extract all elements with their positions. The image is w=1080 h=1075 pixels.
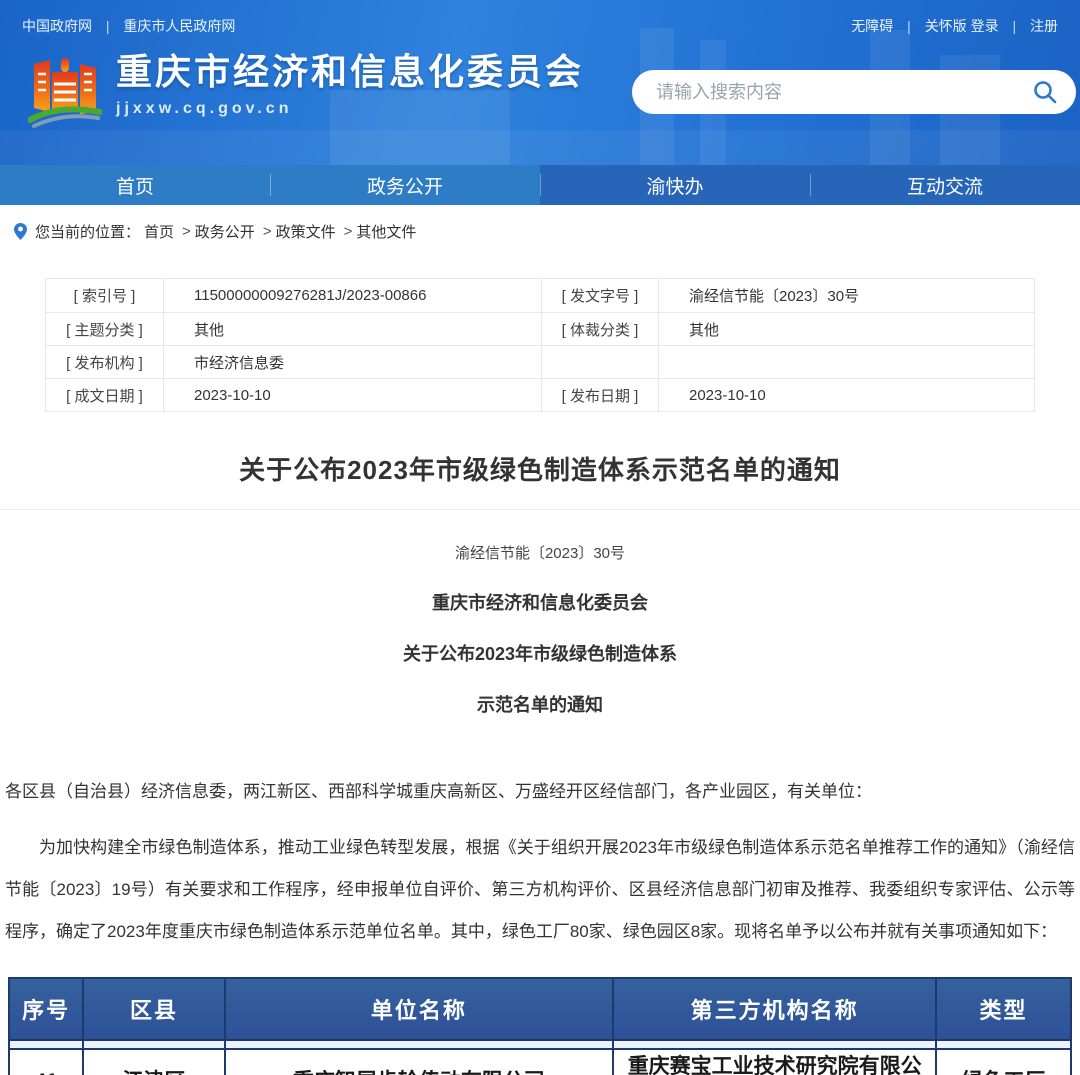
breadcrumb-item-other-files[interactable]: 其他文件 — [356, 221, 416, 242]
meta-label: [ 索引号 ] — [46, 279, 164, 312]
breadcrumb-item-home[interactable]: 首页 — [144, 221, 174, 242]
site-name: 重庆市经济和信息化委员会 — [116, 50, 584, 94]
breadcrumb-label: 您当前的位置： — [35, 221, 140, 242]
meta-value-publish-date: 2023-10-10 — [659, 378, 1034, 411]
site-banner: 中国政府网 | 重庆市人民政府网 无障碍 | 关怀版 登录 | 注册 — [0, 0, 1080, 165]
topbar-separator: | — [907, 18, 911, 34]
column-header-third-party: 第三方机构名称 — [613, 978, 936, 1040]
doc-issuer-line: 重庆市经济和信息化委员会 — [0, 589, 1080, 615]
column-header-unit-name: 单位名称 — [225, 978, 614, 1040]
search-bar — [632, 70, 1076, 114]
topbar-left-links: 中国政府网 | 重庆市人民政府网 — [22, 16, 235, 36]
meta-label: [ 发文字号 ] — [541, 279, 659, 312]
main-nav: 首页 政务公开 渝快办 互动交流 — [0, 165, 1080, 205]
breadcrumb: 您当前的位置： 首页 > 政务公开 > 政策文件 > 其他文件 — [0, 205, 1080, 252]
agency-logo-icon — [28, 50, 102, 130]
demonstration-list-table: 序号 区县 单位名称 第三方机构名称 类型 41 江津区 重庆智展齿轮传动有限公… — [8, 977, 1072, 1075]
breadcrumb-separator: > — [263, 223, 272, 240]
meta-label — [541, 345, 659, 378]
search-icon[interactable] — [1032, 79, 1058, 105]
meta-value-written-date: 2023-10-10 — [164, 378, 541, 411]
table-gap-row — [9, 1040, 1071, 1049]
cell-third-party: 重庆赛宝工业技术研究院有限公司 — [613, 1049, 936, 1075]
meta-value-genre-category: 其他 — [659, 312, 1034, 345]
table-row: 41 江津区 重庆智展齿轮传动有限公司 重庆赛宝工业技术研究院有限公司 绿色工厂 — [9, 1049, 1071, 1075]
breadcrumb-separator: > — [182, 223, 191, 240]
column-header-type: 类型 — [936, 978, 1071, 1040]
location-pin-icon — [14, 223, 27, 240]
brand-text: 重庆市经济和信息化委员会 jjxxw.cq.gov.cn — [116, 50, 584, 118]
page-title: 关于公布2023年市级绿色制造体系示范名单的通知 — [0, 450, 1080, 487]
skyline-decoration — [0, 130, 1080, 165]
link-care-mode-login[interactable]: 关怀版 登录 — [925, 18, 999, 34]
nav-label: 渝快办 — [646, 172, 703, 199]
topbar: 中国政府网 | 重庆市人民政府网 无障碍 | 关怀版 登录 | 注册 — [0, 0, 1080, 36]
breadcrumb-item-gov-affairs[interactable]: 政务公开 — [195, 221, 255, 242]
meta-value-issuing-agency: 市经济信息委 — [164, 345, 541, 378]
topbar-right-links: 无障碍 | 关怀版 登录 | 注册 — [851, 16, 1058, 36]
nav-label: 互动交流 — [907, 172, 983, 199]
nav-item-yukuaiban[interactable]: 渝快办 — [540, 165, 810, 205]
cell-district: 江津区 — [83, 1049, 224, 1075]
link-chongqing-gov[interactable]: 重庆市人民政府网 — [123, 18, 235, 34]
link-accessibility[interactable]: 无障碍 — [851, 18, 893, 34]
column-header-district: 区县 — [83, 978, 224, 1040]
cell-type: 绿色工厂 — [936, 1049, 1071, 1075]
document-body: 各区县（自治县）经济信息委，两江新区、西部科学城重庆高新区、万盛经开区经信部门，… — [0, 779, 1080, 953]
topbar-separator: | — [106, 18, 110, 34]
nav-item-interaction[interactable]: 互动交流 — [810, 165, 1080, 205]
meta-label: [ 成文日期 ] — [46, 378, 164, 411]
body-paragraph: 为加快构建全市绿色制造体系，推动工业绿色转型发展，根据《关于组织开展2023年市… — [5, 827, 1075, 953]
doc-subtitle-line1: 关于公布2023年市级绿色制造体系 — [0, 640, 1080, 666]
link-china-gov[interactable]: 中国政府网 — [22, 18, 92, 34]
nav-label: 政务公开 — [367, 172, 443, 199]
nav-item-gov-affairs[interactable]: 政务公开 — [270, 165, 540, 205]
doc-number-line: 渝经信节能〔2023〕30号 — [0, 542, 1080, 563]
meta-value-doc-number: 渝经信节能〔2023〕30号 — [659, 279, 1034, 312]
title-divider — [0, 509, 1080, 510]
cell-unit-name: 重庆智展齿轮传动有限公司 — [225, 1049, 614, 1075]
meta-label: [ 体裁分类 ] — [541, 312, 659, 345]
nav-label: 首页 — [116, 172, 154, 199]
table-header-row: 序号 区县 单位名称 第三方机构名称 类型 — [9, 978, 1071, 1040]
document-meta-table: [ 索引号 ] 11500000009276281J/2023-00866 [ … — [45, 278, 1035, 412]
breadcrumb-separator: > — [344, 223, 353, 240]
search-input[interactable] — [656, 82, 1032, 103]
cell-serial: 41 — [9, 1049, 83, 1075]
site-url: jjxxw.cq.gov.cn — [116, 100, 584, 118]
meta-label: [ 发布日期 ] — [541, 378, 659, 411]
nav-item-home[interactable]: 首页 — [0, 165, 270, 205]
meta-label: [ 主题分类 ] — [46, 312, 164, 345]
column-header-serial: 序号 — [9, 978, 83, 1040]
meta-value-index-number: 11500000009276281J/2023-00866 — [164, 279, 541, 312]
topbar-separator: | — [1012, 18, 1016, 34]
salutation-line: 各区县（自治县）经济信息委，两江新区、西部科学城重庆高新区、万盛经开区经信部门，… — [5, 779, 1075, 805]
meta-label: [ 发布机构 ] — [46, 345, 164, 378]
doc-subtitle-line2: 示范名单的通知 — [0, 691, 1080, 717]
link-register[interactable]: 注册 — [1030, 18, 1058, 34]
breadcrumb-item-policy-files[interactable]: 政策文件 — [276, 221, 336, 242]
meta-value-empty — [659, 345, 1034, 378]
meta-value-subject-category: 其他 — [164, 312, 541, 345]
